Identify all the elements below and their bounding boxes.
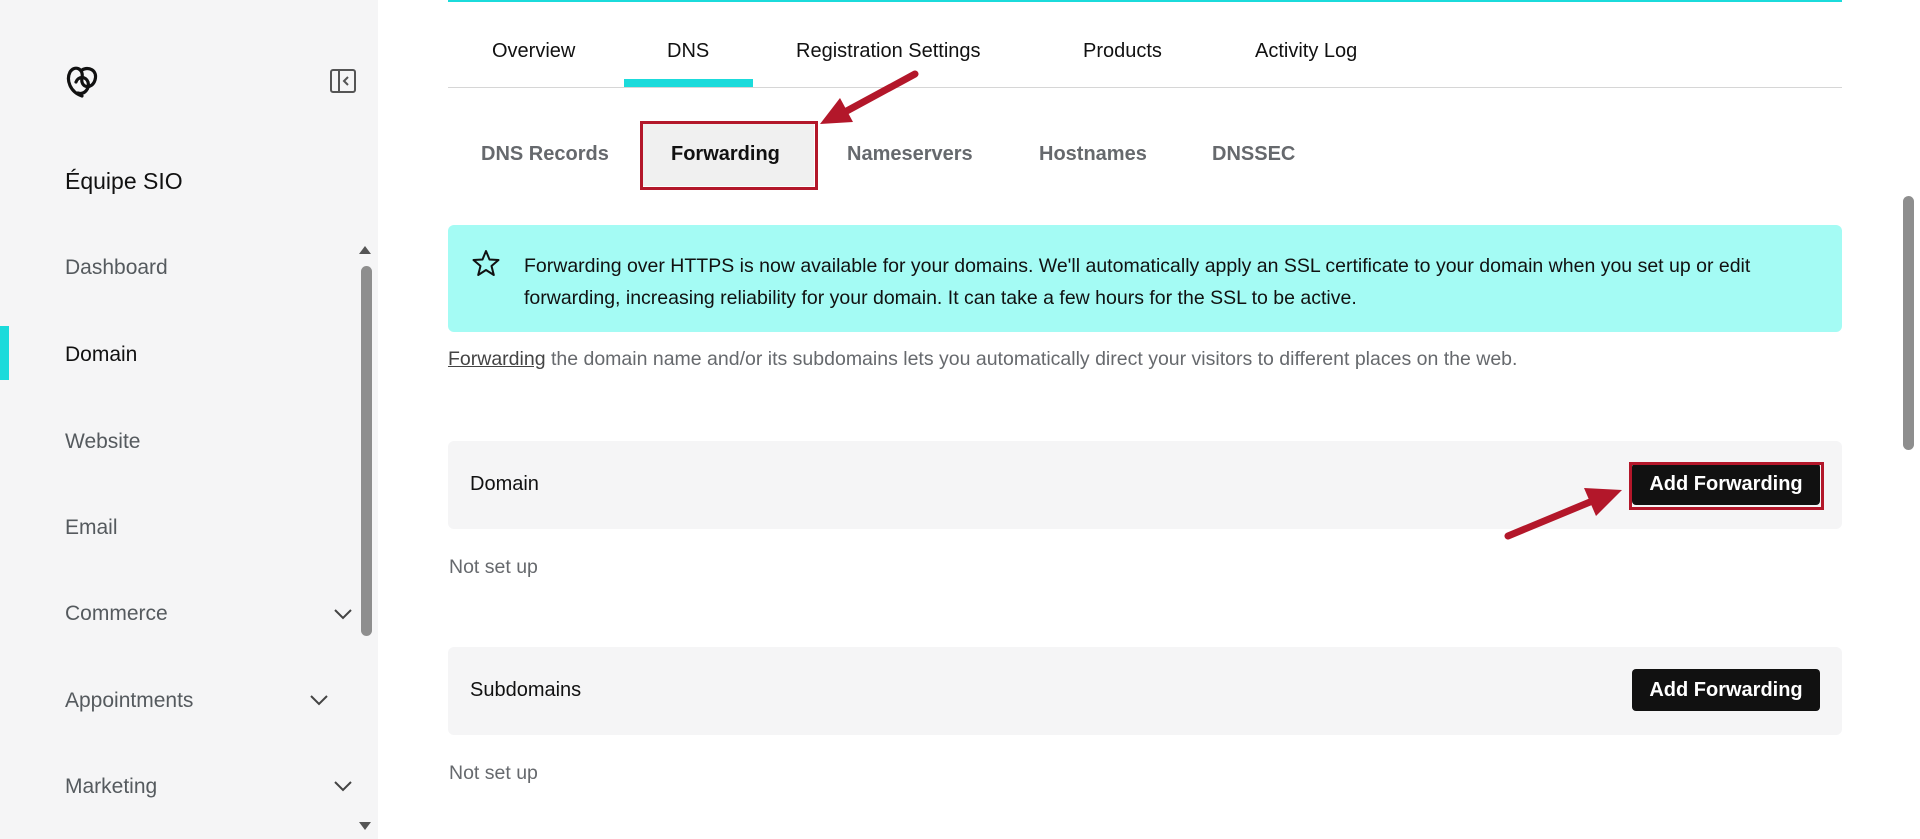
active-nav-indicator (0, 326, 9, 380)
tab-activity-log[interactable]: Activity Log (1255, 40, 1357, 63)
subtab-dns-records[interactable]: DNS Records (481, 143, 609, 166)
section-title-subdomains: Subdomains (470, 679, 582, 701)
subtab-hostnames[interactable]: Hostnames (1039, 143, 1147, 166)
sidebar: Équipe SIO Dashboard Domain Website Emai… (0, 0, 378, 839)
sidebar-item-domain[interactable]: Domain (65, 343, 137, 367)
tab-dns[interactable]: DNS (667, 40, 709, 63)
chevron-down-icon[interactable] (308, 693, 330, 707)
intro-text: Forwarding the domain name and/or its su… (448, 348, 1517, 371)
sidebar-item-dashboard[interactable]: Dashboard (65, 256, 168, 280)
subtab-dnssec[interactable]: DNSSEC (1212, 143, 1295, 166)
sidebar-item-marketing[interactable]: Marketing (65, 775, 157, 799)
chevron-down-icon[interactable] (332, 607, 354, 621)
annotation-highlight-box (1629, 462, 1824, 510)
forwarding-help-link[interactable]: Forwarding (448, 348, 546, 370)
subdomain-forwarding-status: Not set up (449, 762, 538, 784)
sidebar-collapse-icon[interactable] (329, 68, 357, 94)
sidebar-item-website[interactable]: Website (65, 430, 140, 454)
sidebar-item-appointments[interactable]: Appointments (65, 689, 193, 713)
godaddy-logo-icon[interactable] (62, 62, 102, 102)
subdomain-forwarding-section: Subdomains Add Forwarding (448, 647, 1842, 735)
scroll-down-arrow-icon[interactable] (359, 822, 371, 830)
sidebar-scrollbar-thumb[interactable] (361, 266, 372, 636)
tab-products[interactable]: Products (1083, 40, 1162, 63)
sidebar-item-commerce[interactable]: Commerce (65, 602, 168, 626)
tab-registration-settings[interactable]: Registration Settings (796, 40, 981, 63)
scroll-up-arrow-icon[interactable] (359, 246, 371, 254)
workspace-name: Équipe SIO (65, 168, 183, 194)
domain-forwarding-status: Not set up (449, 556, 538, 578)
intro-rest-text: the domain name and/or its subdomains le… (545, 348, 1518, 370)
active-tab-underline (624, 79, 753, 87)
section-title-domain: Domain (470, 473, 539, 495)
star-icon (472, 250, 500, 276)
annotation-highlight-box (640, 121, 818, 190)
page-scrollbar-thumb[interactable] (1903, 196, 1914, 450)
chevron-down-icon[interactable] (332, 779, 354, 793)
subtab-nameservers[interactable]: Nameservers (847, 143, 973, 166)
sidebar-item-email[interactable]: Email (65, 516, 118, 540)
add-subdomain-forwarding-button[interactable]: Add Forwarding (1632, 669, 1820, 711)
tab-overview[interactable]: Overview (492, 40, 575, 63)
banner-text: Forwarding over HTTPS is now available f… (524, 255, 1751, 309)
